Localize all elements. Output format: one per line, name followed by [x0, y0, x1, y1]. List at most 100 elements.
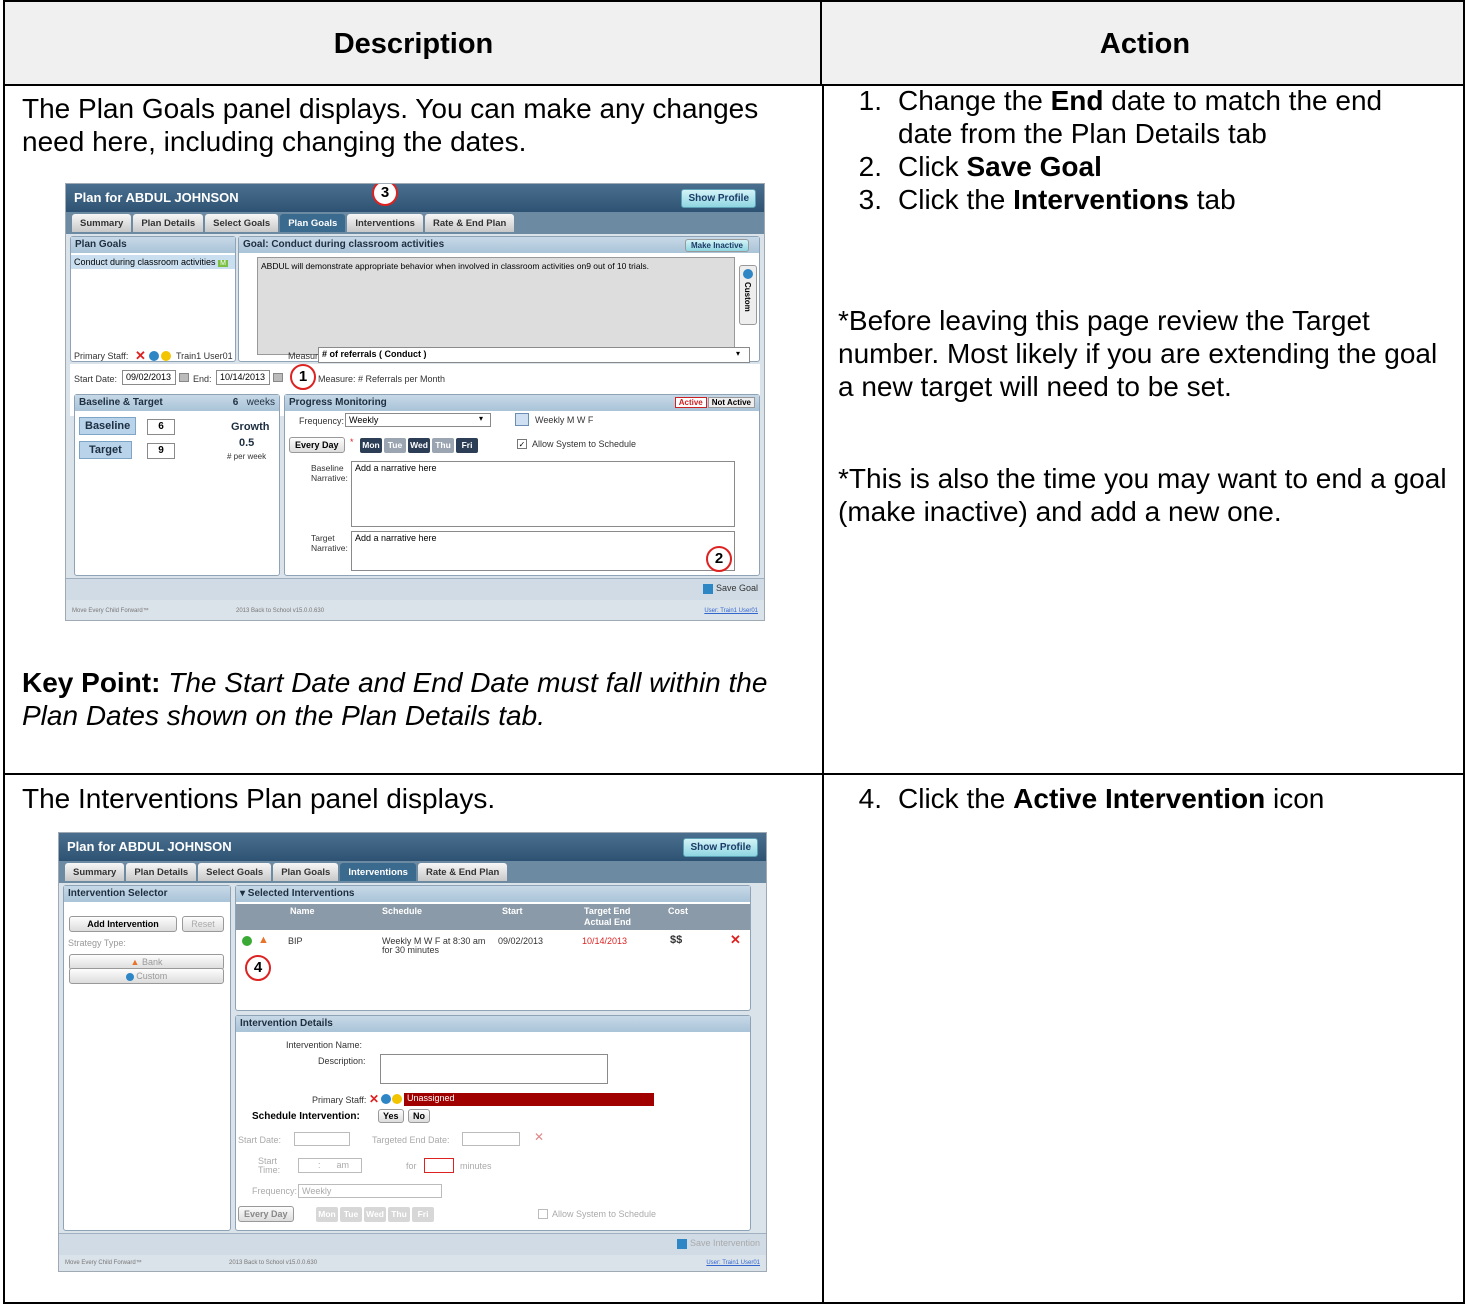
col-target-end: Target End [584, 906, 631, 916]
frequency-select[interactable]: Weekly [345, 413, 491, 427]
plan-goals-screenshot: Plan for ABDUL JOHNSON Show Profile Summ… [65, 183, 765, 621]
frequency-select[interactable]: Weekly [298, 1184, 442, 1198]
column-divider [822, 84, 824, 1304]
show-profile-button[interactable]: Show Profile [683, 838, 758, 857]
remove-staff-icon[interactable]: ✕ [135, 348, 146, 364]
baseline-input[interactable]: 6 [147, 419, 175, 435]
custom-side-tab[interactable]: Custom [739, 265, 757, 325]
tab-plan-goals[interactable]: Plan Goals [280, 214, 346, 232]
col-cost: Cost [668, 906, 688, 916]
goal-text[interactable]: ABDUL will demonstrate appropriate behav… [257, 257, 735, 355]
tab-plan-goals[interactable]: Plan Goals [273, 863, 339, 881]
interventions-screenshot: Plan for ABDUL JOHNSON Show Profile Summ… [58, 832, 767, 1272]
yes-button[interactable]: Yes [378, 1109, 404, 1123]
chevron-down-icon[interactable]: ▾ [736, 349, 740, 358]
tab-select-goals[interactable]: Select Goals [205, 214, 279, 232]
header-divider [820, 0, 822, 86]
start-time-input[interactable]: : am [298, 1158, 362, 1173]
make-inactive-button[interactable]: Make Inactive [684, 239, 749, 252]
day-fri[interactable]: Fri [412, 1207, 434, 1222]
custom-icon [125, 972, 134, 981]
row2-steps: 4. Click the Active Intervention icon [838, 782, 1438, 815]
every-day-button[interactable]: Every Day [238, 1206, 294, 1222]
schedule-intervention-label: Schedule Intervention: [252, 1111, 360, 1122]
col-start: Start [502, 906, 523, 916]
day-wed[interactable]: Wed [408, 438, 430, 453]
allow-schedule-checkbox[interactable] [538, 1209, 548, 1219]
day-thu[interactable]: Thu [388, 1207, 410, 1222]
tab-summary[interactable]: Summary [65, 863, 125, 881]
active-intervention-icon[interactable] [242, 936, 252, 946]
day-mon[interactable]: Mon [360, 438, 382, 453]
day-mon[interactable]: Mon [316, 1207, 338, 1222]
target-narrative-label: Target Narrative: [311, 533, 348, 553]
footer-left: Move Every Child Forward™ [72, 608, 149, 614]
calendar-icon[interactable] [179, 373, 189, 382]
custom-button[interactable]: Custom [69, 968, 224, 984]
show-profile-button[interactable]: Show Profile [681, 189, 756, 208]
day-tue[interactable]: Tue [384, 438, 406, 453]
row1-steps: 1. Change the End date to match the end d… [838, 84, 1438, 216]
intervention-details-panel: Intervention Details Intervention Name: … [235, 1015, 751, 1231]
start-date-input[interactable]: 09/02/2013 [122, 370, 176, 385]
save-bar [66, 578, 764, 600]
description-input[interactable] [380, 1054, 608, 1084]
table-row[interactable]: ▲ BIP Weekly M W F at 8:30 am for 30 min… [236, 932, 750, 962]
footer-user-link[interactable]: User: Train1 User01 [704, 608, 758, 614]
goal-list-item[interactable]: Conduct during classroom activities M [71, 255, 235, 269]
strategy-type-label: Strategy Type: [68, 938, 126, 948]
tab-interventions[interactable]: Interventions [340, 863, 416, 881]
add-intervention-button[interactable]: Add Intervention [69, 916, 177, 932]
footer-user-link[interactable]: User: Train1 User01 [706, 1260, 760, 1266]
calendar-icon[interactable] [273, 373, 283, 382]
staff-lookup-icon[interactable] [381, 1094, 391, 1104]
reset-button[interactable]: Reset [182, 916, 224, 932]
remove-staff-icon[interactable]: ✕ [369, 1092, 379, 1106]
tab-plan-details[interactable]: Plan Details [133, 214, 204, 232]
tab-select-goals[interactable]: Select Goals [198, 863, 272, 881]
end-date-input[interactable]: 10/14/2013 [216, 370, 270, 385]
goal-status-icon: M [218, 260, 228, 267]
save-intervention-button[interactable]: Save Intervention [677, 1238, 760, 1249]
unassigned-field[interactable]: Unassigned [404, 1093, 654, 1106]
no-button[interactable]: No [408, 1109, 430, 1123]
self-assign-icon[interactable] [161, 351, 171, 361]
targeted-end-input[interactable] [462, 1132, 520, 1146]
tab-interventions[interactable]: Interventions [347, 214, 423, 232]
chevron-down-icon[interactable]: ▾ [479, 414, 483, 423]
baseline-narrative-input[interactable]: Add a narrative here [351, 461, 735, 527]
clear-date-icon[interactable]: ✕ [534, 1130, 544, 1144]
active-button[interactable]: Active [674, 397, 707, 408]
day-wed[interactable]: Wed [364, 1207, 386, 1222]
tab-rate-end-plan[interactable]: Rate & End Plan [424, 214, 515, 232]
tab-summary[interactable]: Summary [72, 214, 132, 232]
app-title-bar: Plan for ABDUL JOHNSON [66, 184, 764, 212]
tab-rate-end-plan[interactable]: Rate & End Plan [417, 863, 508, 881]
target-narrative-input[interactable]: Add a narrative here [351, 531, 735, 571]
footer-version: 2013 Back to School v15.0.0.630 [229, 1260, 318, 1266]
minutes-input[interactable] [424, 1158, 454, 1173]
delete-icon[interactable]: ✕ [730, 932, 741, 948]
start-date-input[interactable] [294, 1132, 350, 1146]
callout-2: 2 [706, 546, 732, 572]
col-name: Name [290, 906, 315, 916]
staff-lookup-icon[interactable] [149, 351, 159, 361]
tab-bar: Summary Plan Details Select Goals Plan G… [59, 861, 766, 883]
day-tue[interactable]: Tue [340, 1207, 362, 1222]
not-active-button[interactable]: Not Active [707, 397, 755, 408]
tab-plan-details[interactable]: Plan Details [126, 863, 197, 881]
tab-bar: Summary Plan Details Select Goals Plan G… [66, 212, 764, 234]
day-thu[interactable]: Thu [432, 438, 454, 453]
callout-4: 4 [245, 955, 271, 981]
every-day-button[interactable]: Every Day [289, 437, 345, 453]
baseline-target-panel: Baseline & Target 6 weeks Baseline 6 Targ… [74, 394, 280, 576]
goal-header: Goal: Conduct during classroom activitie… [239, 237, 759, 253]
self-assign-icon[interactable] [392, 1094, 402, 1104]
day-fri[interactable]: Fri [456, 438, 478, 453]
note-end-goal: *This is also the time you may want to e… [838, 463, 1447, 527]
target-input[interactable]: 9 [147, 443, 175, 459]
measure-select[interactable]: # of referrals ( Conduct ) [318, 347, 750, 363]
save-goal-button[interactable]: Save Goal [703, 583, 758, 594]
step-2: 2. Click Save Goal [858, 151, 1102, 182]
allow-schedule-checkbox[interactable]: ✓ [517, 439, 527, 449]
